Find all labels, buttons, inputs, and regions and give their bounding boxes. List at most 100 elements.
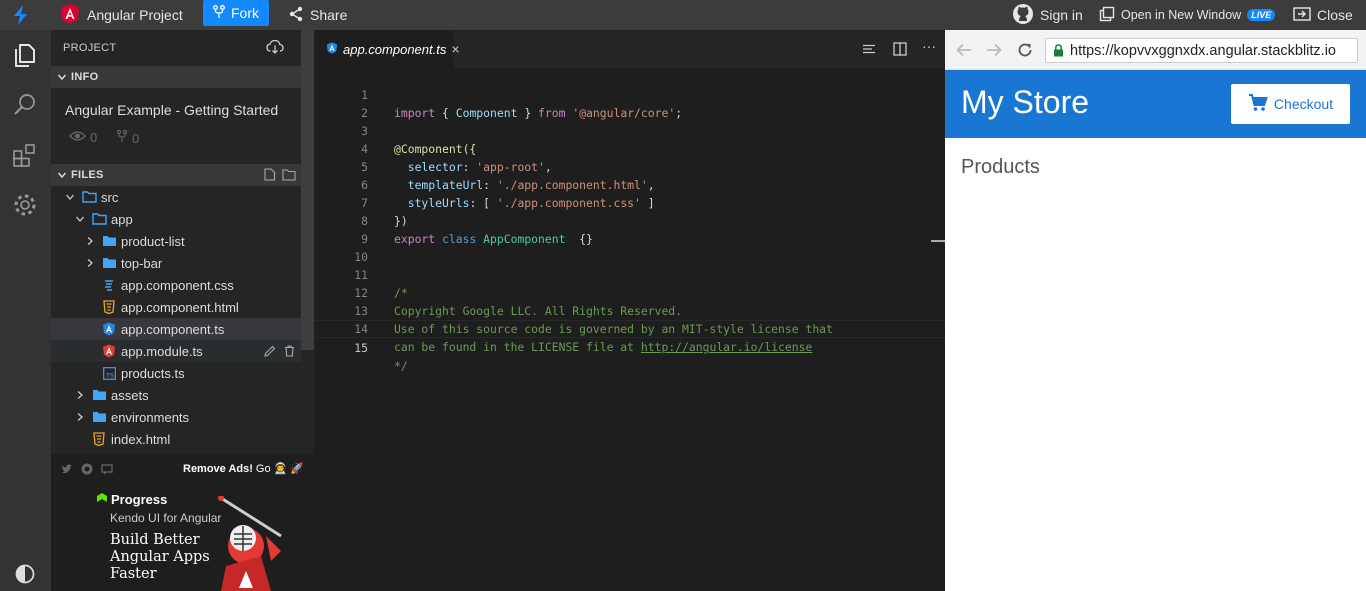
checkout-button[interactable]: Checkout xyxy=(1231,84,1350,124)
ad-product: Kendo UI for Angular xyxy=(110,511,222,525)
folder-open-icon xyxy=(91,211,107,227)
tab-app-component-ts[interactable]: app.component.ts × xyxy=(314,30,460,68)
code-area[interactable]: 1 import { Component } from '@angular/co… xyxy=(314,68,945,591)
chevron-right-icon xyxy=(73,410,87,424)
twitter-icon[interactable] xyxy=(61,463,73,478)
ad-panel: Remove Ads! Go 👨‍🚀 🚀 Progress Kendo UI f… xyxy=(51,454,314,591)
theme-toggle-icon[interactable] xyxy=(14,563,41,590)
preview-browser: https://kopvvxggnxdx.angular.stackblitz.… xyxy=(945,30,1366,591)
search-icon[interactable] xyxy=(12,92,39,119)
views-stat: 0 xyxy=(69,130,97,145)
fork-button[interactable]: Fork xyxy=(203,0,269,26)
tree-item-environments[interactable]: environments xyxy=(51,406,301,428)
stackblitz-logo-icon[interactable] xyxy=(10,0,30,30)
code-line: 1 import { Component } from '@angular/co… xyxy=(361,88,683,120)
tab-close-icon[interactable]: × xyxy=(451,41,459,57)
chat-icon[interactable] xyxy=(101,463,113,478)
project-header: PROJECT xyxy=(63,42,117,54)
store-top-bar: My Store Checkout xyxy=(945,70,1366,138)
tree-item-products-ts[interactable]: TS products.ts xyxy=(51,362,301,384)
folder-open-icon xyxy=(81,189,97,205)
code-line: 9 xyxy=(361,232,368,246)
forward-arrow-icon[interactable] xyxy=(986,43,1002,62)
license-link[interactable]: http://angular.io/license xyxy=(641,340,812,354)
new-file-icon[interactable] xyxy=(264,168,276,184)
tree-item-product-list[interactable]: product-list xyxy=(51,230,301,252)
close-panel-icon xyxy=(1293,6,1311,24)
ad-banner[interactable]: Progress Kendo UI for Angular Build Bett… xyxy=(96,482,286,591)
chevron-down-icon xyxy=(73,212,87,226)
extensions-icon[interactable] xyxy=(12,142,39,169)
sidebar-scrollbar[interactable] xyxy=(301,30,314,350)
info-section-header[interactable]: INFO xyxy=(51,66,301,88)
project-name[interactable]: Angular Project xyxy=(59,0,183,30)
tree-item-src[interactable]: src xyxy=(51,186,301,208)
html-file-icon xyxy=(101,299,117,315)
files-icon[interactable] xyxy=(12,42,39,69)
chevron-right-icon xyxy=(83,256,97,270)
share-button[interactable]: Share xyxy=(288,0,347,30)
folder-icon xyxy=(91,409,107,425)
share-icon xyxy=(288,6,304,25)
editor-tab-bar: app.component.ts × ··· xyxy=(314,30,945,68)
kendo-ninja-illustration xyxy=(211,495,286,591)
address-bar[interactable]: https://kopvvxggnxdx.angular.stackblitz.… xyxy=(1045,38,1358,63)
settings-gear-icon[interactable] xyxy=(12,192,39,219)
tree-item-app-component-ts[interactable]: app.component.ts xyxy=(51,318,301,340)
download-cloud-icon[interactable] xyxy=(266,39,284,58)
tree-item-app-component-html[interactable]: app.component.html xyxy=(51,296,301,318)
split-editor-icon[interactable] xyxy=(893,42,907,61)
html-file-icon xyxy=(91,431,107,447)
progress-logo: Progress xyxy=(96,492,167,507)
tree-item-index-html[interactable]: index.html xyxy=(51,428,301,450)
typescript-file-icon: TS xyxy=(101,365,117,381)
code-line-active: 15 */ xyxy=(314,320,945,373)
live-badge: LIVE xyxy=(1247,9,1276,21)
angular-file-icon xyxy=(101,343,117,359)
chevron-down-icon xyxy=(55,70,69,84)
new-window-icon xyxy=(1099,6,1115,25)
reload-icon[interactable] xyxy=(1017,42,1033,63)
tree-item-app-component-css[interactable]: app.component.css xyxy=(51,274,301,296)
chevron-down-icon xyxy=(55,168,69,182)
signin-button[interactable]: Sign in xyxy=(1012,0,1083,30)
back-arrow-icon[interactable] xyxy=(956,43,972,62)
rocket-icon: 🚀 xyxy=(290,463,304,475)
fork-icon xyxy=(213,4,225,22)
activity-bar xyxy=(0,30,51,591)
new-folder-icon[interactable] xyxy=(282,168,296,184)
folder-icon xyxy=(101,255,117,271)
code-line: 12 Copyright Google LLC. All Rights Rese… xyxy=(354,286,683,318)
ad-headline: Build Better Angular Apps Faster xyxy=(110,532,210,582)
lock-icon xyxy=(1053,44,1064,61)
code-line: 7 }) xyxy=(361,196,408,228)
social-icons xyxy=(61,463,113,478)
sidebar: PROJECT INFO Angular Example - Getting S… xyxy=(51,30,314,591)
format-lines-icon[interactable] xyxy=(862,43,876,61)
tree-item-assets[interactable]: assets xyxy=(51,384,301,406)
tree-item-top-bar[interactable]: top-bar xyxy=(51,252,301,274)
code-line: 6 styleUrls: [ './app.component.css' ] xyxy=(361,178,655,210)
tree-item-app-module-ts[interactable]: app.module.ts xyxy=(51,340,301,362)
code-line: 4 selector: 'app-root', xyxy=(361,142,552,174)
remove-ads-link[interactable]: Remove Ads! Go 👨‍🚀 🚀 xyxy=(183,462,304,476)
code-line: 11 /* xyxy=(354,268,408,300)
folder-icon xyxy=(101,233,117,249)
close-button[interactable]: Close xyxy=(1293,0,1353,30)
project-title: Angular Example - Getting Started xyxy=(65,102,279,118)
github-small-icon[interactable] xyxy=(81,463,93,478)
edit-pencil-icon[interactable] xyxy=(264,345,276,360)
overview-ruler-marker xyxy=(931,240,945,242)
angular-file-icon xyxy=(326,41,338,57)
progress-logo-icon xyxy=(96,492,108,507)
code-line: 2 xyxy=(361,106,368,120)
angular-file-icon xyxy=(101,321,117,337)
store-title[interactable]: My Store xyxy=(961,84,1089,121)
files-section-header[interactable]: FILES xyxy=(51,164,301,186)
tree-item-app[interactable]: app xyxy=(51,208,301,230)
code-line: 13 Use of this source code is governed b… xyxy=(354,304,833,336)
more-actions-icon[interactable]: ··· xyxy=(922,38,936,54)
open-new-window-button[interactable]: Open in New Window LIVE xyxy=(1099,0,1276,30)
eye-icon xyxy=(69,130,86,145)
trash-icon[interactable] xyxy=(284,345,295,360)
